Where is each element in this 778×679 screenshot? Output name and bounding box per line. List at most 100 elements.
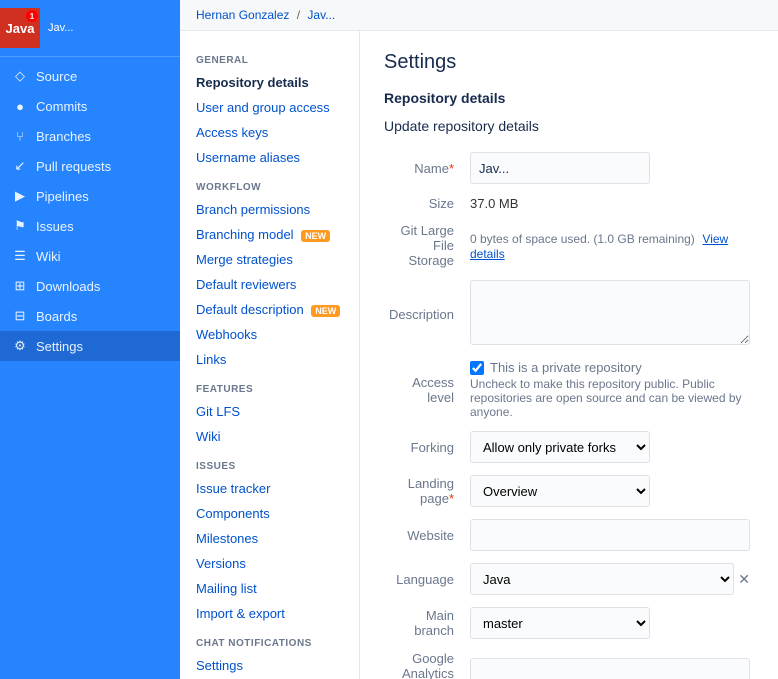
nav-repository-details[interactable]: Repository details <box>180 70 359 95</box>
sidebar-item-boards[interactable]: ⊟ Boards <box>0 301 180 331</box>
private-checkbox[interactable] <box>470 361 484 375</box>
sidebar-item-branches[interactable]: ⑂ Branches <box>0 121 180 151</box>
sidebar-item-label: Boards <box>36 309 77 324</box>
lfs-row: Git Large File Storage 0 bytes of space … <box>384 217 754 274</box>
sidebar-item-label: Source <box>36 69 77 84</box>
source-icon: ◇ <box>12 68 28 84</box>
settings-icon: ⚙ <box>12 338 28 354</box>
size-label: Size <box>429 196 454 211</box>
issues-section-header: ISSUES <box>180 449 359 476</box>
nav-username-aliases[interactable]: Username aliases <box>180 145 359 170</box>
forking-row: Forking Allow only private forks Allow p… <box>384 425 754 469</box>
wiki-icon: ☰ <box>12 248 28 264</box>
sidebar-item-label: Pipelines <box>36 189 89 204</box>
breadcrumb: Hernan Gonzalez / Jav... <box>180 0 778 31</box>
nav-branch-permissions[interactable]: Branch permissions <box>180 197 359 222</box>
analytics-input[interactable] <box>470 658 750 679</box>
size-row: Size 37.0 MB <box>384 190 754 217</box>
description-label: Description <box>389 307 454 322</box>
branches-icon: ⑂ <box>12 128 28 144</box>
nav-links[interactable]: Links <box>180 347 359 372</box>
sidebar-item-label: Commits <box>36 99 87 114</box>
sidebar-item-label: Issues <box>36 219 74 234</box>
sidebar-item-downloads[interactable]: ⊞ Downloads <box>0 271 180 301</box>
nav-milestones[interactable]: Milestones <box>180 526 359 551</box>
nav-default-description[interactable]: Default description NEW <box>180 297 359 322</box>
main-branch-label: Main branch <box>414 608 454 638</box>
nav-issue-tracker[interactable]: Issue tracker <box>180 476 359 501</box>
language-label: Language <box>396 572 454 587</box>
lfs-value: 0 bytes of space used. (1.0 GB remaining… <box>470 232 695 246</box>
nav-default-reviewers[interactable]: Default reviewers <box>180 272 359 297</box>
settings-content: Settings Repository details Update repos… <box>360 31 778 679</box>
name-required: * <box>449 161 454 176</box>
nav-git-lfs[interactable]: Git LFS <box>180 399 359 424</box>
downloads-icon: ⊞ <box>12 278 28 294</box>
sidebar-header: Java 1 Jav... <box>0 0 180 57</box>
website-label: Website <box>407 528 454 543</box>
sidebar: Java 1 Jav... ◇ Source ● Commits ⑂ Branc… <box>0 0 180 679</box>
nav-branching-model[interactable]: Branching model NEW <box>180 222 359 247</box>
private-checkbox-label[interactable]: This is a private repository <box>490 360 642 375</box>
size-value: 37.0 MB <box>470 196 518 211</box>
analytics-label: Google Analytics key <box>402 651 454 679</box>
sidebar-item-pipelines[interactable]: ▶ Pipelines <box>0 181 180 211</box>
nav-merge-strategies[interactable]: Merge strategies <box>180 247 359 272</box>
sidebar-item-label: Branches <box>36 129 91 144</box>
logo[interactable]: Java 1 <box>0 8 40 48</box>
nav-wiki[interactable]: Wiki <box>180 424 359 449</box>
lfs-label: Git Large File Storage <box>401 223 454 268</box>
nav-chat-settings[interactable]: Settings <box>180 653 359 678</box>
name-label: Name* <box>414 161 454 176</box>
section-repo-details-title: Repository details <box>384 90 754 106</box>
content-area: GENERAL Repository details User and grou… <box>180 31 778 679</box>
sidebar-item-settings[interactable]: ⚙ Settings <box>0 331 180 361</box>
breadcrumb-user[interactable]: Hernan Gonzalez <box>196 8 289 22</box>
landing-label: Landing page* <box>408 476 454 506</box>
pipelines-icon: ▶ <box>12 188 28 204</box>
chat-section-header: CHAT NOTIFICATIONS <box>180 626 359 653</box>
repo-details-form: Name* Size 37.0 MB Git Large File Storag… <box>384 146 754 679</box>
forking-select[interactable]: Allow only private forks Allow public fo… <box>470 431 650 463</box>
sidebar-item-label: Wiki <box>36 249 61 264</box>
workflow-section-header: WORKFLOW <box>180 170 359 197</box>
nav-mailing-list[interactable]: Mailing list <box>180 576 359 601</box>
language-select[interactable]: Java Python JavaScript Go <box>470 563 734 595</box>
sidebar-item-label: Settings <box>36 339 83 354</box>
language-clear-button[interactable]: ✕ <box>738 571 750 588</box>
nav-import-export[interactable]: Import & export <box>180 601 359 626</box>
page-title: Settings <box>384 51 754 74</box>
main-area: Hernan Gonzalez / Jav... GENERAL Reposit… <box>180 0 778 679</box>
sidebar-item-source[interactable]: ◇ Source <box>0 61 180 91</box>
main-branch-select[interactable]: master main develop <box>470 607 650 639</box>
sidebar-item-pull-requests[interactable]: ↙ Pull requests <box>0 151 180 181</box>
features-section-header: FEATURES <box>180 372 359 399</box>
sidebar-nav: ◇ Source ● Commits ⑂ Branches ↙ Pull req… <box>0 57 180 361</box>
language-row: Language Java Python JavaScript Go ✕ <box>384 557 754 601</box>
general-section-header: GENERAL <box>180 43 359 70</box>
access-label: Access level <box>412 375 454 405</box>
breadcrumb-repo[interactable]: Jav... <box>307 8 335 22</box>
website-input[interactable] <box>470 519 750 551</box>
update-title: Update repository details <box>384 118 754 134</box>
name-row: Name* <box>384 146 754 190</box>
nav-versions[interactable]: Versions <box>180 551 359 576</box>
nav-webhooks[interactable]: Webhooks <box>180 322 359 347</box>
sidebar-item-wiki[interactable]: ☰ Wiki <box>0 241 180 271</box>
description-input[interactable] <box>470 280 750 345</box>
nav-components[interactable]: Components <box>180 501 359 526</box>
nav-access-keys[interactable]: Access keys <box>180 120 359 145</box>
name-input[interactable] <box>470 152 650 184</box>
sidebar-repo-name: Jav... <box>40 22 81 34</box>
language-select-container: Java Python JavaScript Go ✕ <box>470 563 750 595</box>
sidebar-item-issues[interactable]: ⚑ Issues <box>0 211 180 241</box>
commits-icon: ● <box>12 98 28 114</box>
sidebar-item-commits[interactable]: ● Commits <box>0 91 180 121</box>
forking-label: Forking <box>411 440 454 455</box>
landing-select[interactable]: Overview Source Commits Branches <box>470 475 650 507</box>
nav-user-group-access[interactable]: User and group access <box>180 95 359 120</box>
landing-page-row: Landing page* Overview Source Commits Br… <box>384 469 754 513</box>
branching-model-badge: NEW <box>301 230 330 242</box>
sidebar-item-label: Downloads <box>36 279 100 294</box>
description-row: Description <box>384 274 754 354</box>
